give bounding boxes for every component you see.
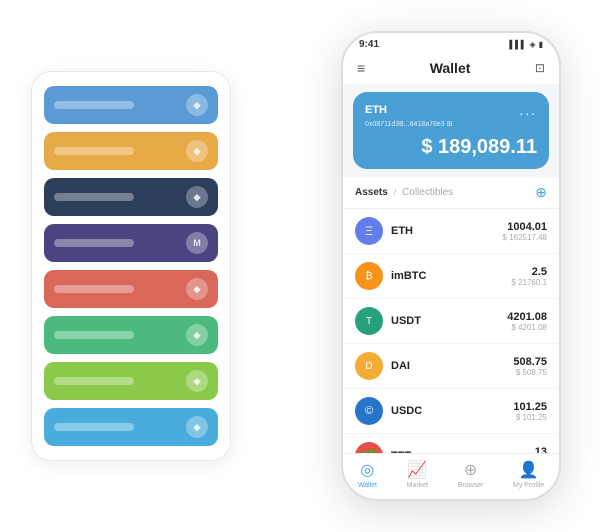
tab-collectibles[interactable]: Collectibles [402,187,453,198]
asset-usd: $ 21760.1 [511,278,547,287]
phone-frame: 9:41 ▌▌▌ ◈ ▮ ≡ Wallet ⊡ ETH ... 0x08711d… [341,31,561,501]
table-row[interactable]: Ξ ETH 1004.01 $ 162517.48 [343,209,559,254]
wifi-icon: ◈ [529,40,535,49]
bottom-nav: ◎ Wallet 📈 Market ⊕ Browser 👤 My Profile [343,453,559,499]
list-item[interactable]: ◆ [44,270,218,308]
eth-icon: Ξ [355,217,383,245]
asset-amount: 101.25 [513,401,547,413]
asset-list: Ξ ETH 1004.01 $ 162517.48 ₿ imBTC 2.5 $ … [343,209,559,453]
list-item[interactable]: ◆ [44,132,218,170]
asset-usd: $ 508.75 [513,368,547,377]
usdc-icon: © [355,397,383,425]
list-item[interactable]: M [44,224,218,262]
card-stack: ◆ ◆ ◆ M ◆ ◆ ◆ ◆ [31,71,231,461]
tab-separator: / [394,188,396,197]
wallet-nav-icon: ◎ [360,460,374,480]
assets-tabs: Assets / Collectibles [355,187,453,198]
dai-icon: D [355,352,383,380]
nav-label-market: Market [407,482,428,489]
tft-icon: 🌿 [355,442,383,453]
phone-content: ETH ... 0x08711d3B...8418a78e3 ⊞ $ 189,0… [343,84,559,453]
asset-amount: 13 [535,446,547,454]
profile-nav-icon: 👤 [519,460,539,480]
list-item[interactable]: ◆ [44,178,218,216]
browser-nav-icon: ⊕ [464,460,477,480]
eth-more-icon[interactable]: ... [519,102,537,118]
nav-label-browser: Browser [458,482,484,489]
nav-item-market[interactable]: 📈 Market [407,460,428,489]
nav-item-wallet[interactable]: ◎ Wallet [358,460,377,489]
list-item[interactable]: ◆ [44,86,218,124]
asset-values: 101.25 $ 101.25 [513,401,547,422]
nav-label-wallet: Wallet [358,482,377,489]
assets-header: Assets / Collectibles ⊕ [343,177,559,209]
asset-name: ETH [391,225,503,237]
asset-values: 1004.01 $ 162517.48 [503,221,548,242]
nav-item-profile[interactable]: 👤 My Profile [513,460,544,489]
scan-icon[interactable]: ⊡ [535,61,545,75]
asset-amount: 2.5 [511,266,547,278]
asset-name: USDC [391,405,513,417]
table-row[interactable]: 🌿 TFT 13 0 [343,434,559,453]
nav-item-browser[interactable]: ⊕ Browser [458,460,484,489]
asset-amount: 508.75 [513,356,547,368]
status-icons: ▌▌▌ ◈ ▮ [509,40,543,49]
add-asset-button[interactable]: ⊕ [535,184,547,201]
market-nav-icon: 📈 [407,460,427,480]
table-row[interactable]: T USDT 4201.08 $ 4201.08 [343,299,559,344]
imbtc-icon: ₿ [355,262,383,290]
eth-banner[interactable]: ETH ... 0x08711d3B...8418a78e3 ⊞ $ 189,0… [353,92,549,169]
tab-assets[interactable]: Assets [355,187,388,198]
table-row[interactable]: © USDC 101.25 $ 101.25 [343,389,559,434]
list-item[interactable]: ◆ [44,408,218,446]
eth-balance: $ 189,089.11 [365,136,537,159]
status-time: 9:41 [359,39,379,50]
asset-values: 508.75 $ 508.75 [513,356,547,377]
asset-amount: 1004.01 [503,221,548,233]
battery-icon: ▮ [539,40,543,49]
nav-label-profile: My Profile [513,482,544,489]
asset-name: imBTC [391,270,511,282]
phone-header: ≡ Wallet ⊡ [343,54,559,84]
table-row[interactable]: D DAI 508.75 $ 508.75 [343,344,559,389]
status-bar: 9:41 ▌▌▌ ◈ ▮ [343,33,559,54]
eth-address: 0x08711d3B...8418a78e3 ⊞ [365,120,537,128]
asset-values: 4201.08 $ 4201.08 [507,311,547,332]
page-title: Wallet [430,60,471,76]
asset-usd: $ 162517.48 [503,233,548,242]
asset-values: 2.5 $ 21760.1 [511,266,547,287]
asset-usd: $ 4201.08 [507,323,547,332]
scene: ◆ ◆ ◆ M ◆ ◆ ◆ ◆ 9:41 ▌▌▌ ◈ ▮ ≡ Wallet ⊡ [11,11,591,521]
asset-usd: $ 101.25 [513,413,547,422]
asset-amount: 4201.08 [507,311,547,323]
menu-icon[interactable]: ≡ [357,60,365,76]
signal-icon: ▌▌▌ [509,40,526,49]
usdt-icon: T [355,307,383,335]
list-item[interactable]: ◆ [44,362,218,400]
asset-name: USDT [391,315,507,327]
asset-values: 13 0 [535,446,547,454]
asset-name: DAI [391,360,513,372]
eth-ticker: ETH [365,104,387,116]
list-item[interactable]: ◆ [44,316,218,354]
table-row[interactable]: ₿ imBTC 2.5 $ 21760.1 [343,254,559,299]
